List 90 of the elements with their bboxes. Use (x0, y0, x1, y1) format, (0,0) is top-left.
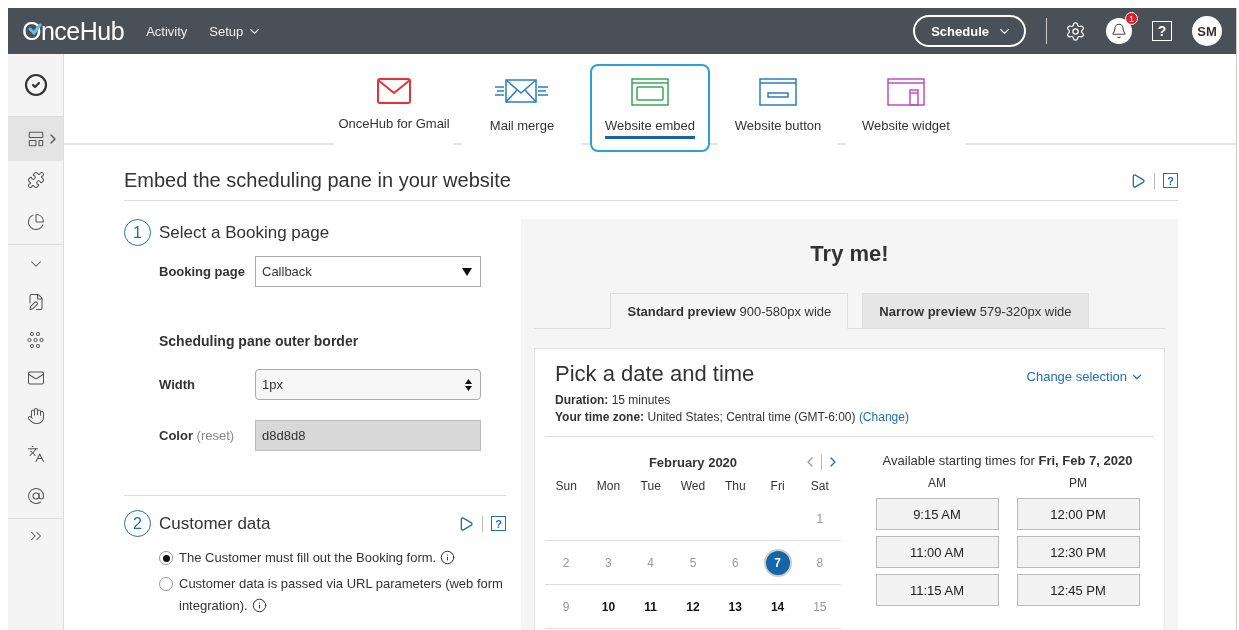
weekday-label: Fri (769, 478, 786, 495)
booking-page-select[interactable]: Callback (255, 256, 481, 287)
calendar-day: 6 (721, 548, 750, 577)
preview-tab[interactable]: Narrow preview 579-320px wide (862, 293, 1089, 329)
reset-link[interactable]: (reset) (196, 428, 235, 443)
radio-label: The Customer must fill out the Booking form. (179, 547, 456, 569)
info-icon[interactable] (251, 598, 267, 613)
help-button[interactable]: ? (1152, 21, 1172, 41)
check-circle-icon (23, 73, 48, 97)
calendar-day: 4 (636, 548, 665, 577)
weekday-label: Mon (595, 478, 622, 495)
radio-button[interactable] (159, 551, 173, 565)
weekday-label: Tue (639, 478, 662, 495)
hand-icon (26, 407, 45, 425)
info-icon[interactable] (440, 550, 456, 565)
field-label: Booking page (159, 264, 246, 279)
color-field[interactable]: d8d8d8 (255, 420, 481, 451)
times-heading: Available starting times for Fri, Feb 7, 2020 (881, 453, 1134, 468)
layout-icon (26, 130, 45, 148)
calendar-day: 5 (679, 548, 707, 577)
notification-badge: 1 (1125, 12, 1138, 25)
month-title: February 2020 (648, 454, 738, 470)
radio-label: Customer data is passed via URL parameters (web form integration). (179, 575, 504, 615)
column-label: PM (1069, 476, 1087, 490)
weekday-label: Thu (723, 478, 747, 495)
change-link[interactable]: (Change) (858, 410, 909, 424)
time-slot-button[interactable]: 9:15 AM (875, 498, 999, 530)
step-title: Select a Booking page (159, 222, 330, 243)
calendar-day: 2 (552, 548, 581, 577)
calendar-day: 9 (552, 592, 581, 621)
play-icon[interactable] (1130, 172, 1146, 189)
integration-tab[interactable]: Website embed (590, 64, 710, 152)
calendar-day[interactable]: 14 (763, 592, 792, 621)
calendar-day: 8 (805, 548, 834, 577)
time-slot-button[interactable]: 12:00 PM (1016, 498, 1140, 530)
browser-button-icon (759, 78, 797, 106)
calendar-day[interactable]: 7 (763, 548, 792, 577)
logo[interactable]: OnceHub (22, 16, 125, 46)
help-button[interactable]: ? (1163, 173, 1178, 188)
puzzle-icon (26, 171, 45, 189)
time-slot-button[interactable]: 12:30 PM (1016, 536, 1140, 568)
notifications-button[interactable] (1106, 18, 1132, 44)
page-title: Embed the scheduling pane in your website (124, 169, 511, 192)
time-slot-button[interactable]: 11:15 AM (875, 574, 999, 606)
nav-link[interactable]: Activity (146, 23, 188, 39)
calendar-day[interactable]: 12 (679, 592, 707, 621)
duration-text: Duration: 15 minutes (555, 393, 672, 407)
calendar-day[interactable]: 11 (636, 592, 665, 621)
at-sign-icon (26, 486, 45, 505)
field-label: Width (159, 377, 196, 392)
spinner-arrows-icon (465, 378, 472, 391)
time-slot-button[interactable]: 12:45 PM (1016, 574, 1140, 606)
step-title: Customer data (159, 513, 271, 534)
browser-widget-icon (887, 78, 925, 106)
preview-tab[interactable]: Standard preview 900-580px wide (610, 293, 849, 329)
weekday-label: Sun (554, 478, 578, 495)
calendar-day[interactable]: 13 (721, 592, 750, 621)
card-heading: Pick a date and time (555, 361, 755, 387)
mail-icon (26, 369, 45, 387)
calendar-day: 1 (805, 504, 834, 533)
settings-icon[interactable] (1065, 20, 1086, 42)
column-label: AM (928, 476, 946, 490)
bell-icon (1111, 23, 1127, 39)
translate-icon (26, 445, 45, 463)
envelope-icon (494, 78, 550, 106)
preview-title: Try me! (809, 241, 890, 267)
schedule-button[interactable]: Schedule (913, 15, 1026, 47)
dropdown-arrow-icon (462, 267, 472, 276)
envelope-m-icon (377, 78, 411, 104)
dots-icon (26, 331, 45, 349)
play-icon[interactable] (458, 515, 474, 532)
weekday-label: Wed (679, 478, 707, 495)
timezone-text: Your time zone: United States; Central time (GMT-6:00) (Change) (555, 410, 910, 424)
field-label: Color (159, 428, 193, 443)
weekday-label: Sat (809, 478, 830, 495)
help-button[interactable]: ? (491, 516, 506, 531)
section-heading: Scheduling pane outer border (159, 333, 360, 349)
user-avatar[interactable]: SM (1192, 16, 1222, 46)
browser-embed-icon (631, 78, 669, 106)
time-slot-button[interactable]: 11:00 AM (875, 536, 999, 568)
check-icon (28, 22, 42, 35)
pie-chart-icon (26, 212, 45, 231)
calendar-day: 15 (805, 592, 834, 621)
calendar-day: 3 (594, 548, 623, 577)
radio-button[interactable] (159, 577, 173, 591)
edit-document-icon (26, 293, 45, 311)
calendar-day[interactable]: 10 (594, 592, 623, 621)
change-selection-link[interactable]: Change selection (1026, 369, 1144, 384)
width-select[interactable]: 1px (255, 369, 481, 400)
nav-link[interactable]: Setup (209, 23, 263, 39)
